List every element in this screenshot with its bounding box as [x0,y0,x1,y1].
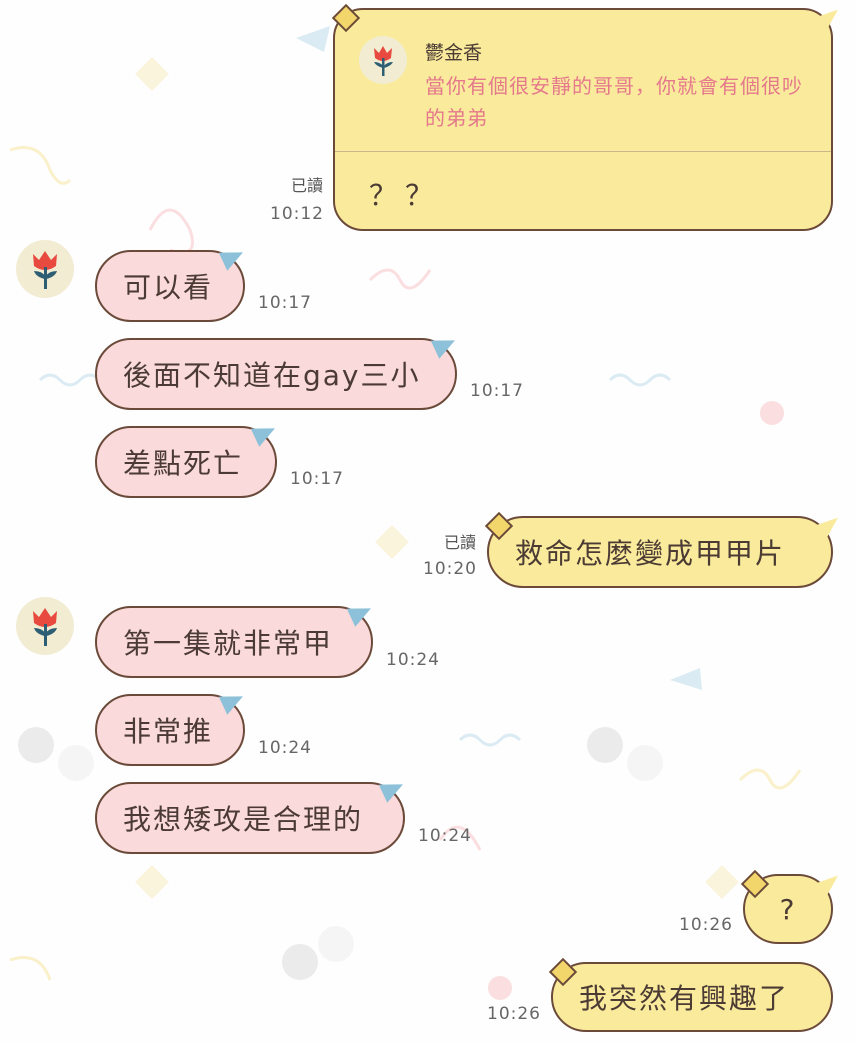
reply-message-card[interactable]: 鬱金香 當你有個很安靜的哥哥，你就會有個很吵的弟弟 ？？ [333,8,833,231]
incoming-bubble[interactable]: 後面不知道在gay三小 [95,338,457,410]
outgoing-bubble[interactable]: 救命怎麼變成甲甲片 [487,516,833,588]
message-text: 差點死亡 [123,447,244,480]
message-text: 我想矮攻是合理的 [123,803,364,836]
message-text: 後面不知道在gay三小 [123,359,421,392]
reply-divider [335,151,831,152]
tulip-icon [374,46,393,76]
message-time: 10:24 [418,826,472,846]
message-time: 10:12 [270,204,324,224]
tulip-icon [33,251,57,289]
message-text: 第一集就非常甲 [123,627,334,660]
message-time: 10:24 [386,650,440,670]
quoted-sender: 鬱金香 [425,42,483,64]
message-time: 10:26 [487,1004,541,1024]
contact-avatar[interactable] [16,597,74,655]
message-time: 10:17 [258,293,312,313]
contact-avatar[interactable] [16,240,74,298]
quoted-avatar [359,36,407,84]
quoted-text: 當你有個很安靜的哥哥，你就會有個很吵的弟弟 [425,74,803,130]
message-time: 10:24 [258,738,312,758]
message-text: 非常推 [123,715,214,748]
message-text: 我突然有興趣了 [579,982,790,1015]
tulip-icon [33,608,57,646]
message-time: 10:26 [679,915,733,935]
reply-text: ？？ [369,179,442,212]
message-time: 10:17 [470,381,524,401]
message-time: 10:17 [290,469,344,489]
message-text: 可以看 [123,271,214,304]
incoming-bubble[interactable]: 差點死亡 [95,426,277,498]
message-text: ? [779,892,797,926]
incoming-bubble[interactable]: 我想矮攻是合理的 [95,782,405,854]
read-receipt: 已讀 [443,533,476,552]
message-time: 10:20 [423,559,477,579]
incoming-bubble[interactable]: 第一集就非常甲 [95,606,373,678]
outgoing-bubble[interactable]: 我突然有興趣了 [551,962,833,1032]
message-text: 救命怎麼變成甲甲片 [515,537,786,570]
read-receipt: 已讀 [290,176,323,195]
